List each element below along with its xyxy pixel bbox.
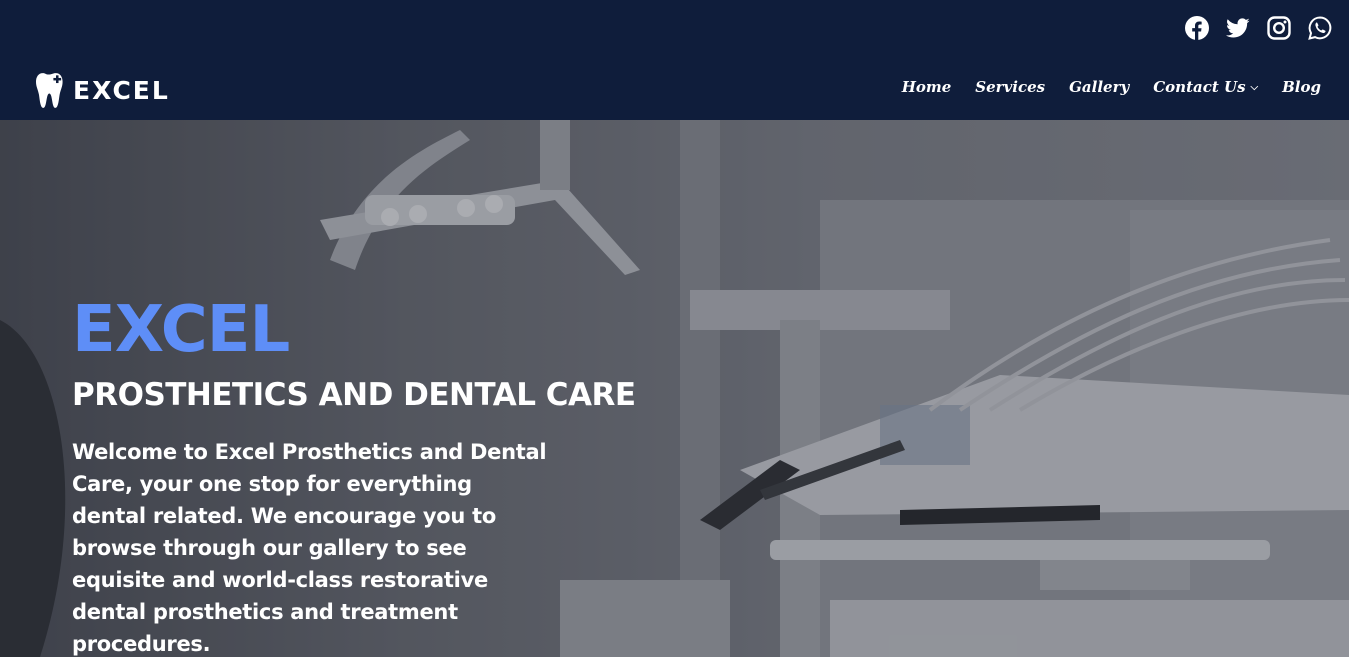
whatsapp-icon[interactable] [1308,16,1332,40]
hero-subtitle: PROSTHETICS AND DENTAL CARE [72,377,636,413]
nav-services[interactable]: Services [975,78,1045,96]
chevron-down-icon: ⌵ [1250,81,1259,93]
nav-blog-label: Blog [1282,78,1321,96]
logo-text: EXCEL [73,76,170,105]
nav-services-label: Services [975,78,1046,96]
nav-gallery[interactable]: Gallery [1069,78,1129,96]
site-logo[interactable]: EXCEL [36,71,170,110]
nav-blog[interactable]: Blog [1282,78,1321,96]
nav-contact-us[interactable]: Contact Us ⌵ [1153,78,1258,96]
nav-home-label: Home [901,78,952,96]
main-nav: Home Services Gallery Contact Us ⌵ Blog [902,78,1321,96]
hero-welcome-text: Welcome to Excel Prosthetics and Dental … [72,440,547,656]
instagram-icon[interactable] [1267,16,1291,40]
tooth-icon [36,73,63,108]
nav-home[interactable]: Home [902,78,952,96]
hero-content: EXCEL PROSTHETICS AND DENTAL CARE Welcom… [72,298,712,657]
nav-contact-us-label: Contact Us [1153,78,1246,96]
hero-banner: EXCEL PROSTHETICS AND DENTAL CARE Welcom… [0,120,1349,657]
site-header: EXCEL Home Services Gallery Contact Us ⌵ … [0,0,1349,120]
nav-gallery-label: Gallery [1069,78,1130,96]
social-links [1185,16,1332,40]
twitter-icon[interactable] [1226,16,1250,40]
facebook-icon[interactable] [1185,16,1209,40]
hero-brand-title: EXCEL [72,293,290,367]
